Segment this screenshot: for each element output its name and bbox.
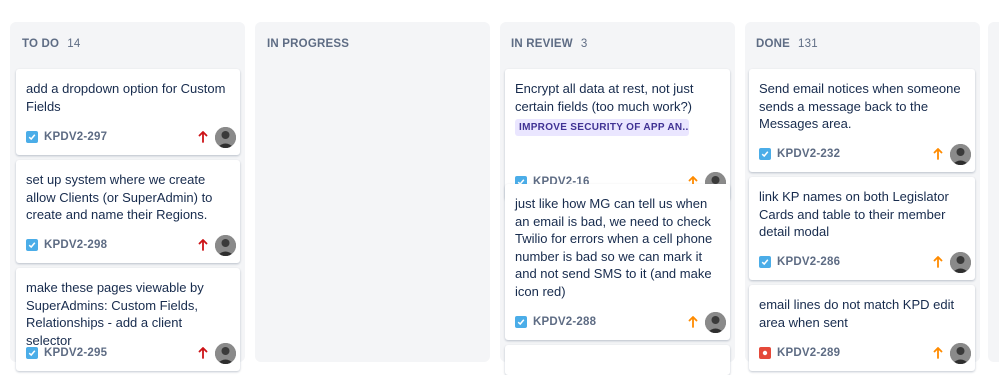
column-in-progress: IN PROGRESS	[255, 22, 490, 362]
task-icon	[759, 148, 771, 160]
assignee-avatar[interactable]	[950, 143, 971, 165]
epic-label[interactable]: IMPROVE SECURITY OF APP AN...	[515, 119, 689, 136]
column-count: 131	[798, 38, 818, 50]
column-in-review: IN REVIEW 3 Encrypt all data at rest, no…	[500, 22, 735, 375]
column-count: 3	[580, 38, 588, 50]
column-title: TO DO	[22, 38, 60, 50]
priority-high-icon	[196, 345, 210, 361]
issue-card[interactable]: add a dropdown option for Custom Fields …	[16, 69, 240, 155]
issue-card[interactable]: set up system where we create allow Clie…	[16, 160, 240, 263]
card-summary: add a dropdown option for Custom Fields	[26, 81, 226, 114]
issue-key[interactable]: KPDV2-289	[777, 347, 840, 359]
task-icon	[515, 316, 527, 328]
column-title: IN PROGRESS	[267, 38, 350, 50]
priority-high-icon	[196, 129, 210, 145]
card-footer: KPDV2-289	[759, 342, 971, 364]
priority-high-icon	[196, 237, 210, 253]
assignee-avatar[interactable]	[950, 251, 971, 273]
issue-key[interactable]: KPDV2-297	[44, 131, 107, 143]
issue-key[interactable]: KPDV2-295	[44, 347, 107, 359]
issue-card[interactable]	[505, 345, 730, 375]
column-done: DONE 131 Send email notices when someone…	[745, 22, 980, 371]
card-summary: Send email notices when someone sends a …	[759, 81, 961, 131]
bug-icon	[759, 347, 771, 359]
priority-medium-icon	[686, 314, 700, 330]
assignee-avatar[interactable]	[215, 126, 236, 148]
column-todo: TO DO 14 add a dropdown option for Custo…	[10, 22, 245, 371]
task-icon	[26, 239, 38, 251]
issue-card[interactable]: make these pages viewable by SuperAdmins…	[16, 268, 240, 371]
card-footer: KPDV2-298	[26, 234, 236, 256]
card-summary: Encrypt all data at rest, not just certa…	[515, 81, 694, 114]
priority-medium-icon	[931, 146, 945, 162]
issue-key[interactable]: KPDV2-288	[533, 316, 596, 328]
column-header: DONE 131	[756, 36, 818, 52]
card-summary: email lines do not match KPD edit area w…	[759, 297, 955, 330]
issue-key[interactable]: KPDV2-232	[777, 148, 840, 160]
assignee-avatar[interactable]	[950, 342, 971, 364]
issue-card[interactable]: just like how MG can tell us when an ema…	[505, 184, 730, 340]
card-summary: just like how MG can tell us when an ema…	[515, 196, 713, 299]
issue-card[interactable]: Send email notices when someone sends a …	[749, 69, 975, 172]
card-summary: set up system where we create allow Clie…	[26, 172, 213, 222]
issue-card[interactable]: Encrypt all data at rest, not just certa…	[505, 69, 730, 200]
task-icon	[26, 131, 38, 143]
column-title: DONE	[756, 38, 791, 50]
issue-key[interactable]: KPDV2-298	[44, 239, 107, 251]
card-footer: KPDV2-295	[26, 342, 236, 364]
card-footer: KPDV2-288	[515, 311, 726, 333]
kanban-board: TO DO 14 add a dropdown option for Custo…	[0, 0, 999, 375]
column-count: 14	[67, 38, 81, 50]
assignee-avatar[interactable]	[705, 311, 726, 333]
task-icon	[26, 347, 38, 359]
column-header: IN PROGRESS	[267, 36, 357, 52]
column-header: TO DO 14	[22, 36, 80, 52]
assignee-avatar[interactable]	[215, 234, 236, 256]
issue-key[interactable]: KPDV2-286	[777, 256, 840, 268]
next-column-edge	[988, 22, 999, 362]
card-summary: link KP names on both Legislator Cards a…	[759, 189, 949, 239]
issue-card[interactable]: link KP names on both Legislator Cards a…	[749, 177, 975, 280]
assignee-avatar[interactable]	[215, 342, 236, 364]
card-footer: KPDV2-232	[759, 143, 971, 165]
column-title: IN REVIEW	[511, 38, 573, 50]
priority-medium-icon	[931, 345, 945, 361]
card-footer: KPDV2-286	[759, 251, 971, 273]
card-footer: KPDV2-297	[26, 126, 236, 148]
issue-card[interactable]: email lines do not match KPD edit area w…	[749, 285, 975, 371]
task-icon	[759, 256, 771, 268]
priority-medium-icon	[931, 254, 945, 270]
card-summary: make these pages viewable by SuperAdmins…	[26, 280, 204, 348]
column-header: IN REVIEW 3	[511, 36, 587, 52]
